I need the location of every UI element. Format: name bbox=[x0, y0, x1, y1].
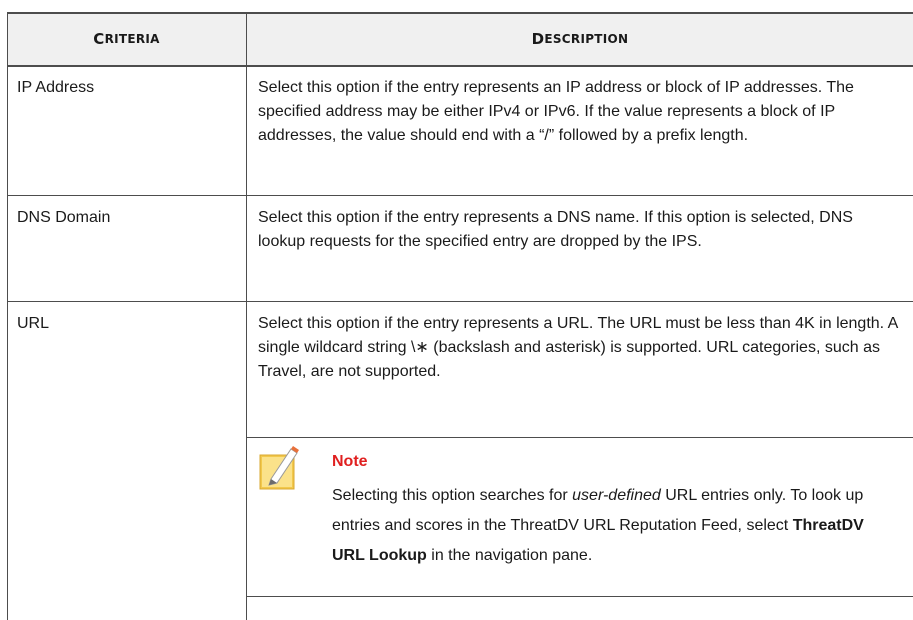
note-body-suffix: in the navigation pane. bbox=[426, 547, 593, 564]
description-dns-domain: Select this option if the entry represen… bbox=[258, 209, 853, 250]
criteria-url: URL bbox=[17, 315, 50, 332]
row-divider-2 bbox=[7, 301, 913, 302]
note-bottom-rule bbox=[247, 596, 913, 597]
note-body: Selecting this option searches for user-… bbox=[332, 481, 892, 571]
note-pencil-icon bbox=[259, 446, 299, 490]
row-divider-1 bbox=[7, 195, 913, 196]
table-left-rule bbox=[7, 13, 8, 620]
criteria-ip-address: IP Address bbox=[17, 79, 95, 96]
table-header-rule bbox=[7, 65, 913, 67]
description-url: Select this option if the entry represen… bbox=[258, 315, 898, 380]
header-description-rest: ESCRIPTION bbox=[544, 32, 629, 46]
note-title: Note bbox=[332, 453, 368, 470]
description-ip-address: Select this option if the entry represen… bbox=[258, 79, 854, 144]
criteria-dns-domain: DNS Domain bbox=[17, 209, 111, 226]
header-description-initial: D bbox=[531, 30, 545, 48]
header-criteria-rest: RITERIA bbox=[104, 32, 160, 46]
header-criteria: C RITERIA bbox=[7, 13, 246, 65]
header-criteria-initial: C bbox=[93, 30, 105, 48]
note-top-rule bbox=[247, 437, 913, 438]
note-box: Note Selecting this option searches for … bbox=[247, 437, 913, 597]
note-body-emphasis: user-defined bbox=[572, 487, 661, 504]
header-description: D ESCRIPTION bbox=[247, 13, 913, 65]
note-body-prefix: Selecting this option searches for bbox=[332, 487, 573, 504]
